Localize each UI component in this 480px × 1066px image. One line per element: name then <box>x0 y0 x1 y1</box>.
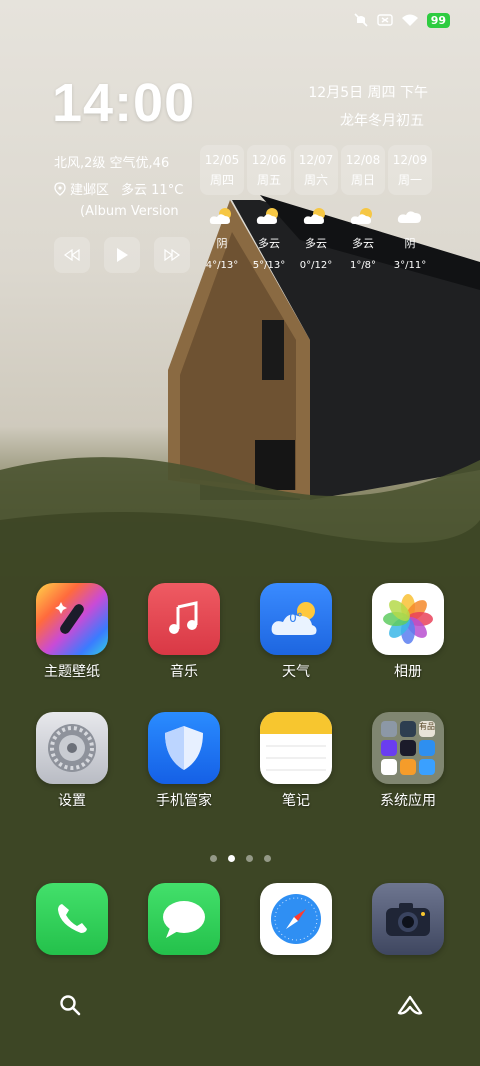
page-dot[interactable] <box>209 855 217 862</box>
weather-temp-badge: 0° <box>289 611 303 625</box>
app-label: 设置 <box>58 793 86 809</box>
search-icon <box>60 995 81 1016</box>
date-text[interactable]: 12月5日 周四 下午 <box>308 82 428 102</box>
forecast-date: 12/05 <box>204 153 240 167</box>
forecast-weekday: 周一 <box>397 173 422 187</box>
partly-cloudy-icon <box>302 199 330 233</box>
forecast-day: 12/06 周五 多云 5°/13° <box>247 145 291 277</box>
assistant-icon <box>397 995 423 1015</box>
search-button[interactable] <box>55 990 85 1020</box>
photos-flower-icon <box>372 583 444 655</box>
location-line: 建邺区 多云 11°C <box>54 179 183 198</box>
forecast-temps: 1°/8° <box>349 260 377 271</box>
dock <box>0 883 480 955</box>
app-settings[interactable]: 设置 <box>22 712 122 810</box>
forecast-temps: 5°/13° <box>252 260 286 271</box>
next-icon <box>164 249 181 261</box>
message-icon <box>148 883 220 955</box>
page-dot[interactable] <box>245 855 253 862</box>
app-label: 天气 <box>282 664 310 680</box>
dock-phone[interactable] <box>22 883 122 955</box>
app-label: 主题壁纸 <box>44 664 100 680</box>
partly-cloudy-icon <box>349 199 377 233</box>
browser-compass-icon <box>260 883 332 955</box>
settings-gear-icon <box>36 712 108 784</box>
forecast-day: 12/05 周四 阴 4°/13° <box>200 145 244 277</box>
app-music[interactable]: 音乐 <box>134 583 234 681</box>
folder-icon: 有品 <box>372 712 444 784</box>
dock-messages[interactable] <box>134 883 234 955</box>
forecast-condition: 多云 <box>258 237 280 250</box>
camera-icon <box>372 883 444 955</box>
dock-camera[interactable] <box>358 883 458 955</box>
play-button[interactable] <box>104 237 140 273</box>
battery-indicator: 99 <box>426 12 450 28</box>
notes-icon <box>260 712 332 784</box>
music-note-icon <box>148 583 220 655</box>
forecast-weekday: 周日 <box>350 173 375 187</box>
page-dot-active[interactable] <box>227 855 235 862</box>
folder-tag: 有品 <box>419 722 435 731</box>
weather-summary: 北风,2级 空气优,46 <box>54 156 170 171</box>
forecast-date: 12/06 <box>251 153 287 167</box>
forecast-condition: 多云 <box>352 237 374 250</box>
app-row: 设置 手机管家 笔记 有品 系统应用 <box>0 712 480 810</box>
forecast-date: 12/08 <box>345 153 381 167</box>
play-icon <box>117 248 128 262</box>
app-photos[interactable]: 相册 <box>358 583 458 681</box>
wifi-icon <box>401 14 418 26</box>
dock-browser[interactable] <box>246 883 346 955</box>
lunar-date: 龙年冬月初五 <box>340 113 424 129</box>
app-row: 主题壁纸 音乐 0° 天气 相册 <box>0 583 480 681</box>
forecast-temps: 0°/12° <box>299 260 333 271</box>
app-label: 手机管家 <box>156 793 212 809</box>
forecast-day: 12/07 周六 多云 0°/12° <box>294 145 338 277</box>
partly-cloudy-icon <box>208 199 236 233</box>
song-title: (Album Version <box>80 204 179 219</box>
phone-icon <box>36 883 108 955</box>
forecast-weekday: 周六 <box>303 173 328 187</box>
cloud-icon <box>396 199 424 233</box>
app-label: 笔记 <box>282 793 310 809</box>
no-sim-icon <box>376 14 393 26</box>
theme-wand-icon <box>36 583 108 655</box>
app-weather[interactable]: 0° 天气 <box>246 583 346 681</box>
mute-icon <box>354 13 368 27</box>
location-name: 建邺区 <box>70 183 110 198</box>
assistant-button[interactable] <box>395 990 425 1020</box>
app-label: 相册 <box>394 664 422 680</box>
previous-track-button[interactable] <box>54 237 90 273</box>
page-indicator[interactable] <box>0 855 480 862</box>
app-theme-wallpaper[interactable]: 主题壁纸 <box>22 583 122 681</box>
location-pin-icon <box>54 181 66 196</box>
clock-time[interactable]: 14:00 <box>52 72 195 134</box>
app-label: 系统应用 <box>380 793 436 809</box>
forecast-day: 12/09 周一 阴 3°/11° <box>388 145 432 277</box>
next-track-button[interactable] <box>154 237 190 273</box>
weather-cloud-icon: 0° <box>260 583 332 655</box>
app-notes[interactable]: 笔记 <box>246 712 346 810</box>
previous-icon <box>63 249 80 261</box>
forecast-temps: 3°/11° <box>393 260 427 271</box>
app-label: 音乐 <box>170 664 198 680</box>
forecast-condition: 多云 <box>305 237 327 250</box>
forecast-day: 12/08 周日 多云 1°/8° <box>341 145 385 277</box>
app-system-folder[interactable]: 有品 系统应用 <box>358 712 458 810</box>
app-phone-manager[interactable]: 手机管家 <box>134 712 234 810</box>
forecast-weekday: 周四 <box>209 173 234 187</box>
forecast-date: 12/07 <box>298 153 334 167</box>
status-bar: 99 <box>353 12 450 28</box>
forecast-temps: 4°/13° <box>205 260 239 271</box>
forecast-date: 12/09 <box>392 153 428 167</box>
partly-cloudy-icon <box>255 199 283 233</box>
page-dot[interactable] <box>263 855 271 862</box>
forecast-weekday: 周五 <box>256 173 281 187</box>
forecast-condition: 阴 <box>216 237 228 250</box>
weather-forecast[interactable]: 12/05 周四 阴 4°/13° 12/06 周五 多云 5°/13° 12/07… <box>200 145 432 277</box>
current-weather: 多云 11°C <box>121 183 184 198</box>
forecast-condition: 阴 <box>404 237 416 250</box>
shield-icon <box>148 712 220 784</box>
